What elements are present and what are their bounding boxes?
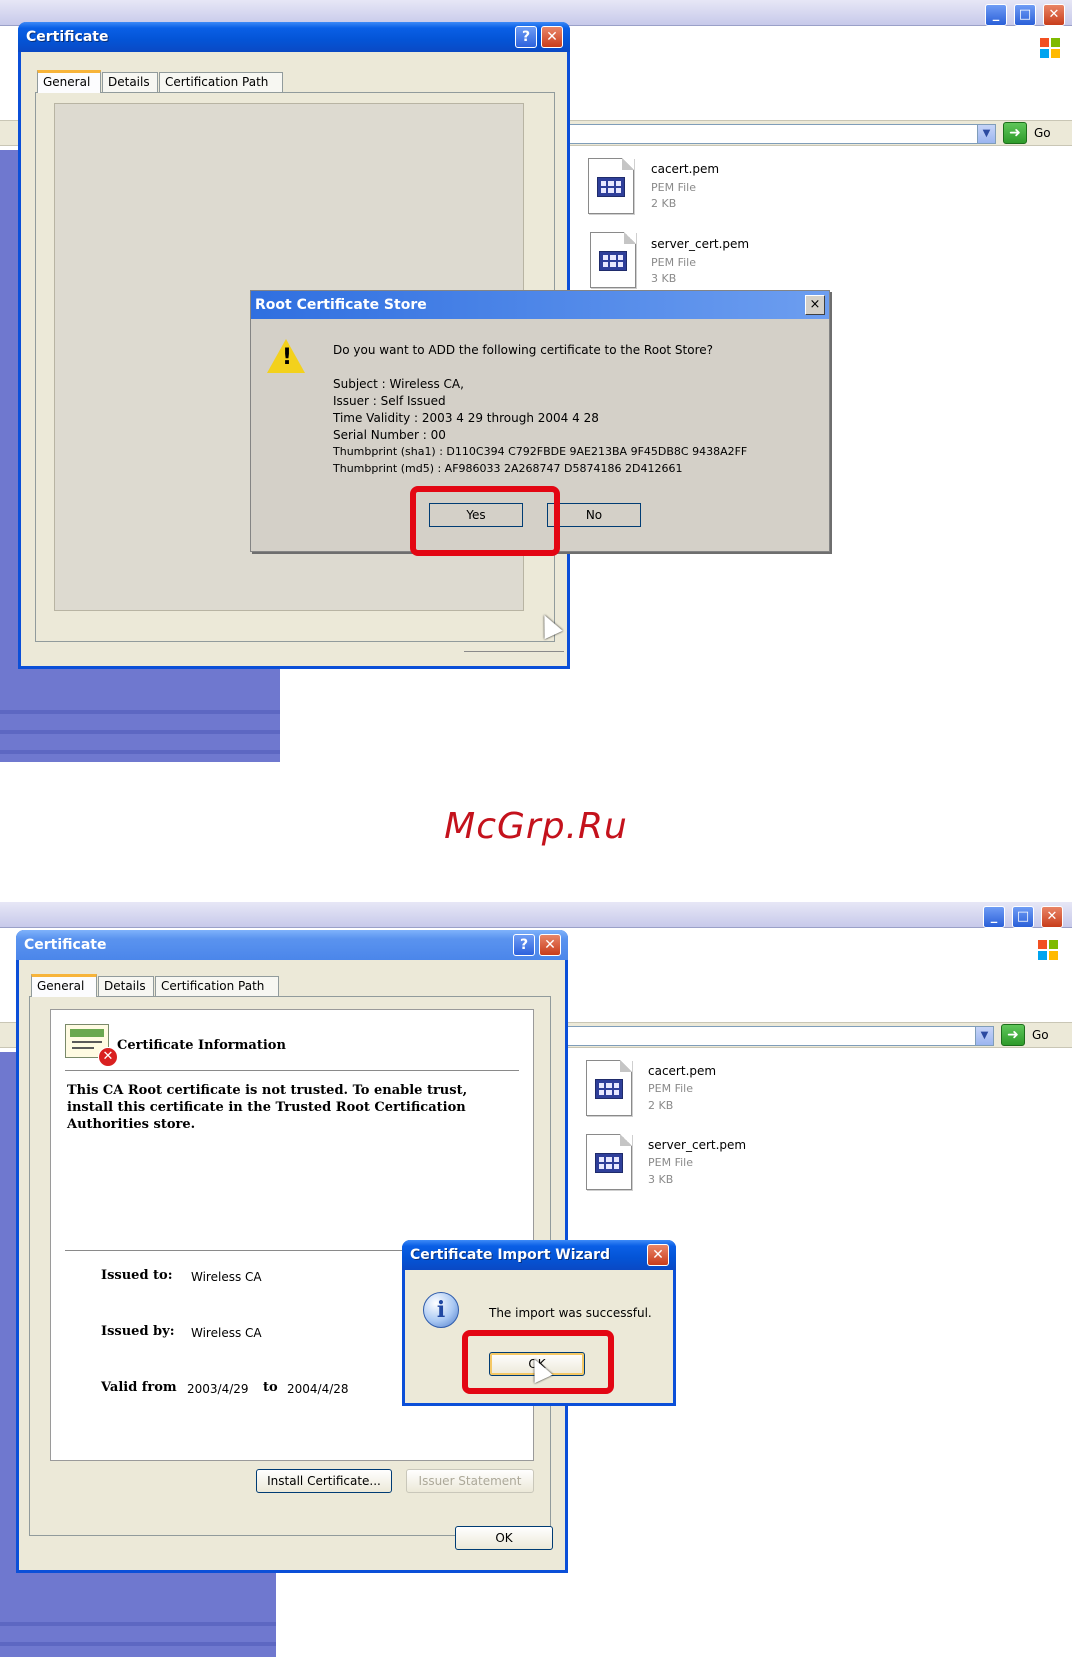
detail-subject: Subject : Wireless CA, (333, 377, 464, 391)
close-icon[interactable]: × (805, 295, 825, 315)
pem-file-icon[interactable] (590, 232, 636, 288)
file-size: 2 KB (651, 197, 677, 210)
file-type: PEM File (648, 1082, 693, 1095)
address-input[interactable]: ▼ (560, 124, 996, 144)
detail-sha1: Thumbprint (sha1) : D110C394 C792FBDE 9A… (333, 445, 748, 458)
panel-divider (464, 651, 564, 652)
tab-strip: General Details Certification Path (37, 70, 557, 93)
pem-file-icon[interactable] (588, 158, 634, 214)
pem-file-icon[interactable] (586, 1134, 632, 1190)
exclamation-mark: ! (282, 345, 293, 370)
file-type: PEM File (651, 256, 696, 269)
issued-by-value: Wireless CA (191, 1326, 262, 1340)
go-arrow-icon[interactable]: ➜ (1003, 122, 1027, 144)
windows-logo-icon (1036, 938, 1060, 962)
go-label[interactable]: Go (1034, 126, 1051, 140)
go-arrow-icon[interactable]: ➜ (1001, 1024, 1025, 1046)
tab-general[interactable]: General (31, 974, 97, 997)
close-button[interactable]: ✕ (541, 26, 563, 48)
minimize-button[interactable]: _ (985, 4, 1007, 26)
file-type: PEM File (648, 1156, 693, 1169)
file-name[interactable]: server_cert.pem (651, 237, 749, 251)
tab-certification-path[interactable]: Certification Path (155, 976, 279, 996)
screenshot-top: _ □ ✕ ▼ ➜ Go cacert.pem PEM File 2 KB se… (0, 0, 1072, 762)
issued-to-label: Issued to: (101, 1268, 173, 1283)
file-name[interactable]: cacert.pem (648, 1064, 716, 1078)
valid-from-label: Valid from (101, 1380, 177, 1395)
install-certificate-button[interactable]: Install Certificate... (256, 1469, 392, 1493)
detail-validity: Time Validity : 2003 4 29 through 2004 4… (333, 411, 599, 425)
info-icon: i (423, 1292, 459, 1328)
watermark: McGrp.Ru (444, 806, 628, 847)
wizard-title: Certificate Import Wizard (402, 1240, 676, 1270)
valid-from-value: 2003/4/29 (187, 1382, 249, 1396)
detail-serial: Serial Number : 00 (333, 428, 446, 442)
issued-by-label: Issued by: (101, 1324, 175, 1339)
tab-certification-path[interactable]: Certification Path (159, 72, 283, 92)
address-input[interactable]: ▼ (560, 1026, 994, 1046)
issued-to-value: Wireless CA (191, 1270, 262, 1284)
tab-details[interactable]: Details (98, 976, 154, 996)
info-heading: Certificate Information (117, 1038, 286, 1053)
file-name[interactable]: cacert.pem (651, 162, 719, 176)
help-button[interactable]: ? (515, 26, 537, 48)
wizard-message: The import was successful. (489, 1306, 652, 1320)
close-window-button[interactable]: ✕ (1043, 4, 1065, 26)
window-title: Certificate (18, 22, 570, 52)
tab-strip: General Details Certification Path (31, 974, 551, 997)
tab-details[interactable]: Details (102, 72, 158, 92)
dialog-title: Root Certificate Store (251, 291, 829, 319)
issuer-statement-button: Issuer Statement (406, 1469, 534, 1493)
maximize-button[interactable]: □ (1012, 906, 1034, 928)
close-button[interactable]: ✕ (647, 1244, 669, 1266)
valid-to-value: 2004/4/28 (287, 1382, 349, 1396)
detail-md5: Thumbprint (md5) : AF986033 2A268747 D58… (333, 462, 683, 475)
pem-file-icon[interactable] (586, 1060, 632, 1116)
close-window-button[interactable]: ✕ (1041, 906, 1063, 928)
to-label: to (263, 1380, 278, 1395)
file-name[interactable]: server_cert.pem (648, 1138, 746, 1152)
file-size: 3 KB (648, 1173, 674, 1186)
help-button[interactable]: ? (513, 934, 535, 956)
ok-button-highlight (462, 1330, 614, 1394)
detail-issuer: Issuer : Self Issued (333, 394, 446, 408)
ok-button[interactable]: OK (455, 1526, 553, 1550)
minimize-button[interactable]: _ (983, 906, 1005, 928)
no-button[interactable]: No (547, 503, 641, 527)
windows-logo-icon (1038, 36, 1062, 60)
explorer-titlebar (0, 902, 1072, 928)
close-button[interactable]: ✕ (539, 934, 561, 956)
go-label[interactable]: Go (1032, 1028, 1049, 1042)
file-size: 2 KB (648, 1099, 674, 1112)
chevron-down-icon[interactable]: ▼ (975, 1027, 993, 1045)
maximize-button[interactable]: □ (1014, 4, 1036, 26)
file-size: 3 KB (651, 272, 677, 285)
chevron-down-icon[interactable]: ▼ (977, 125, 995, 143)
yes-button-highlight (410, 486, 560, 556)
heading-divider (65, 1070, 519, 1071)
window-title: Certificate (16, 930, 568, 960)
screenshot-bottom: _ □ ✕ ▼ ➜ Go cacert.pem PEM File 2 KB se… (0, 902, 1072, 1657)
question-text: Do you want to ADD the following certifi… (333, 343, 714, 357)
file-type: PEM File (651, 181, 696, 194)
tab-general[interactable]: General (37, 70, 101, 93)
certificate-error-icon: ✕ (65, 1024, 118, 1067)
trust-warning-text: This CA Root certificate is not trusted.… (67, 1083, 468, 1132)
